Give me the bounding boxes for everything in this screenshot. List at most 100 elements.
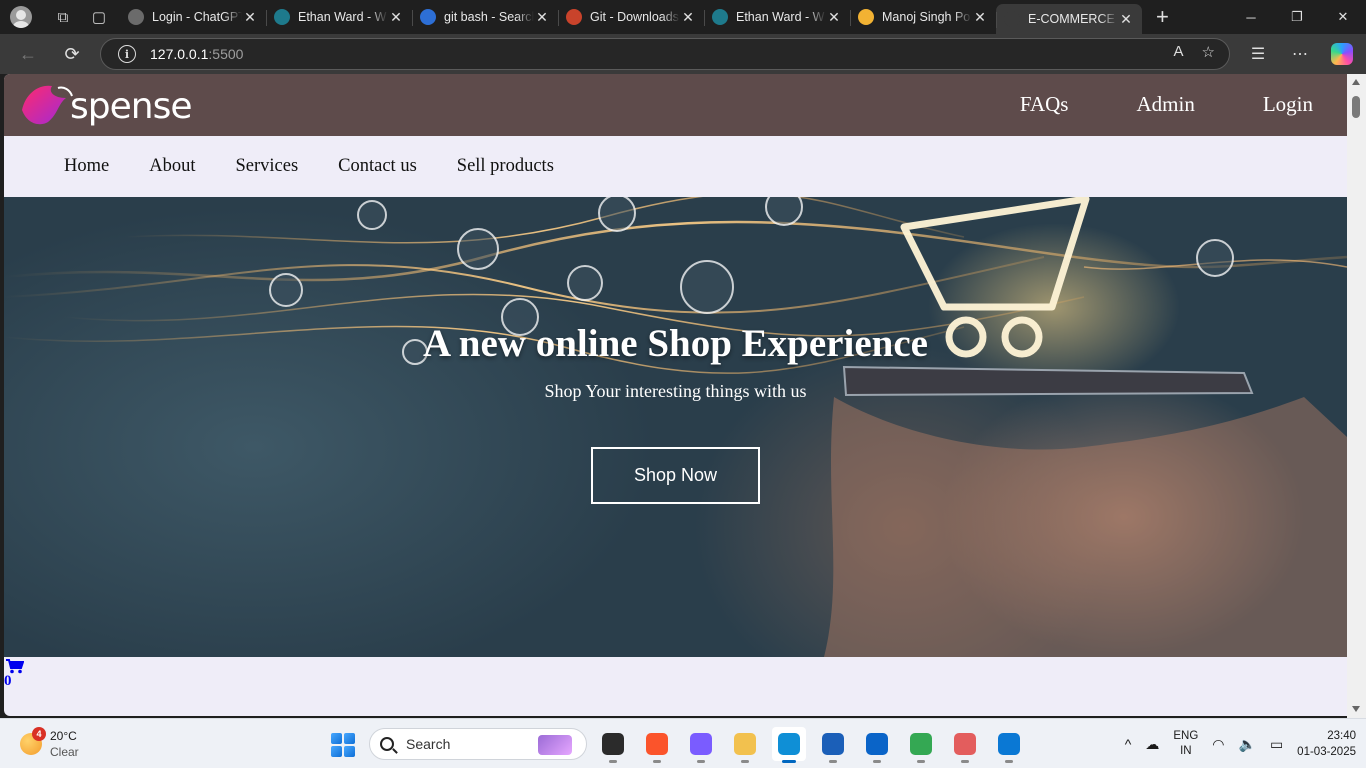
browser-tab[interactable]: Manoj Singh Po ✕ [850,2,996,32]
browser-tab-title: Ethan Ward - W [298,10,387,24]
new-tab-icon[interactable]: + [1156,4,1169,30]
file-explorer-icon [734,733,756,755]
favorite-star-icon[interactable]: ☆ [1202,43,1215,61]
tab-close-icon[interactable]: ✕ [242,9,258,26]
nav-link-sell-products[interactable]: Sell products [457,156,554,177]
nav-link-services[interactable]: Services [235,156,298,177]
language-indicator[interactable]: ENG IN [1173,729,1198,759]
address-bar[interactable]: i 127.0.0.1:5500 A ☆ [100,38,1230,70]
header-link-faqs[interactable]: FAQs [1020,92,1069,117]
hero-title: A new online Shop Experience [423,322,928,365]
tab-close-icon[interactable]: ✕ [826,9,842,26]
outlook-icon [866,733,888,755]
more-options-icon[interactable]: ⋯ [1286,38,1314,70]
back-icon[interactable]: ← [10,38,46,70]
tab-actions-icon[interactable]: ▢ [86,4,112,30]
page-scrollbar[interactable] [1347,74,1366,718]
favorites-icon[interactable]: ☰ [1244,38,1272,70]
running-indicator [741,760,749,763]
running-indicator [873,760,881,763]
taskbar-app-git-gui[interactable] [948,727,982,763]
taskbar-app-file-explorer[interactable] [728,727,762,763]
globe-icon [1004,11,1020,27]
tab-close-icon[interactable]: ✕ [680,9,696,26]
browser-tab-title: git bash - Search [444,10,534,24]
profile-avatar-icon[interactable] [10,6,32,28]
tab-close-icon[interactable]: ✕ [388,9,404,26]
taskbar-clock[interactable]: 23:40 01-03-2025 [1297,728,1356,760]
taskbar-app-vscode[interactable] [992,727,1026,763]
shop-now-button[interactable]: Shop Now [591,447,760,504]
taskbar-app-outlook[interactable] [860,727,894,763]
start-button-icon[interactable] [331,733,355,757]
window-controls: ─ ❐ ✕ [1228,0,1366,34]
webflow-icon [274,9,290,25]
scroll-thumb[interactable] [1352,96,1360,118]
taskbar-search-label: Search [406,736,451,752]
tab-close-icon[interactable]: ✕ [534,9,550,26]
volume-icon[interactable]: 🔈 [1239,736,1256,753]
scroll-down-icon[interactable] [1352,706,1360,712]
copilot-icon [690,733,712,755]
task-view-icon [602,733,624,755]
browser-tab-title: Manoj Singh Po [882,10,971,24]
hero-banner: A new online Shop Experience Shop Your i… [4,197,1347,657]
taskbar-app-microsoft-store[interactable] [816,727,850,763]
address-url: 127.0.0.1:5500 [150,46,244,62]
running-indicator [653,760,661,763]
browser-tab-strip: ⧉ ▢ Login - ChatGPT ✕ Ethan Ward - W ✕ git b… [0,0,1366,34]
scroll-up-icon[interactable] [1352,79,1360,85]
weather-temperature: 20°C [50,729,77,743]
git-gui-icon [954,733,976,755]
vscode-icon [998,733,1020,755]
nav-link-about[interactable]: About [149,156,195,177]
browser-tab[interactable]: Ethan Ward - W ✕ [704,2,850,32]
minimize-icon[interactable]: ─ [1228,0,1274,34]
browser-tab[interactable]: Login - ChatGPT ✕ [120,2,266,32]
tab-close-icon[interactable]: ✕ [972,9,988,26]
window-close-icon[interactable]: ✕ [1320,0,1366,34]
battery-icon[interactable]: ▭ [1270,736,1283,753]
taskbar-search[interactable]: Search [369,728,587,760]
hero-subtitle: Shop Your interesting things with us [544,381,807,401]
taskbar-app-task-view[interactable] [596,727,630,763]
site-logo[interactable]: spense [18,78,192,132]
webflow-icon [712,9,728,25]
browser-tab[interactable]: Git - Downloads ✕ [558,2,704,32]
browser-tab-title: Login - ChatGPT [152,10,242,24]
logo-text: spense [70,86,192,127]
refresh-icon[interactable]: ⟳ [54,38,90,70]
weather-badge: 4 [32,727,46,741]
tray-overflow-icon[interactable]: ^ [1125,736,1132,752]
header-link-login[interactable]: Login [1263,92,1313,117]
running-indicator [782,760,796,763]
browser-tab[interactable]: E-COMMERCE W✕ [996,4,1142,34]
taskbar-app-brave[interactable] [640,727,674,763]
browser-tab[interactable]: git bash - Search ✕ [412,2,558,32]
tab-close-icon[interactable]: ✕ [1118,11,1134,28]
tray-network-error-icon[interactable]: ☁ [1145,736,1159,753]
browser-tab-title: E-COMMERCE W [1028,12,1118,26]
browser-tab[interactable]: Ethan Ward - W ✕ [266,2,412,32]
main-nav: Home About Services Contact us Sell products [4,136,1347,197]
hero-background-illustration [4,197,1347,657]
workspaces-icon[interactable]: ⧉ [50,4,76,30]
restore-icon[interactable]: ❐ [1274,0,1320,34]
taskbar-app-chrome[interactable] [904,727,938,763]
nav-link-contact-us[interactable]: Contact us [338,156,417,177]
copilot-icon[interactable] [1328,38,1356,70]
read-aloud-icon[interactable]: A [1174,43,1184,61]
wifi-icon[interactable]: ◠ [1212,736,1224,753]
cart-widget[interactable]: 0 [4,657,44,691]
header-link-admin[interactable]: Admin [1136,92,1194,117]
header-links: FAQs Admin Login [1020,92,1313,117]
chrome-icon [910,733,932,755]
weather-widget[interactable]: 4 20°C Clear [18,727,98,761]
site-info-icon[interactable]: i [118,45,136,63]
nav-link-home[interactable]: Home [64,156,109,177]
git-icon [566,9,582,25]
taskbar-app-copilot[interactable] [684,727,718,763]
taskbar-app-edge[interactable] [772,727,806,763]
logo-mark-icon [22,85,73,125]
running-indicator [917,760,925,763]
